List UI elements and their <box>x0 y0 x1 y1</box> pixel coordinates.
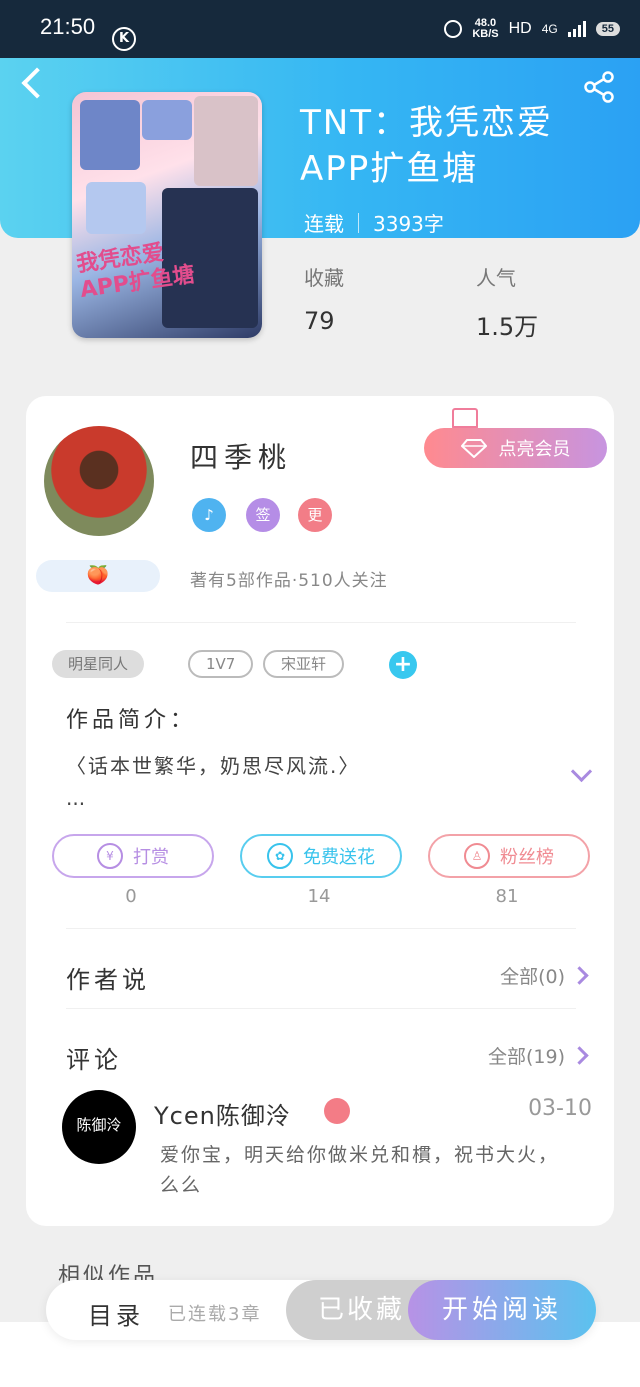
fan-ranking-label: 粉丝榜 <box>500 847 554 868</box>
tip-label: 打赏 <box>133 847 169 868</box>
send-flower-label: 免费送花 <box>303 847 375 868</box>
popularity-value: 1.5万 <box>476 313 539 341</box>
author-says-all-label: 全部(0) <box>500 966 565 988</box>
chevron-right-icon <box>570 1046 589 1065</box>
update-badge[interactable]: 更 <box>298 498 332 532</box>
book-status: 连载 <box>304 212 344 236</box>
toc-button[interactable]: 目录 <box>88 1296 144 1331</box>
cover-photo <box>86 182 146 234</box>
diamond-icon <box>460 439 487 458</box>
commenter-avatar[interactable]: 陈御泠 <box>62 1090 136 1164</box>
flower-count: 14 <box>307 886 331 907</box>
tip-button[interactable]: ¥ 打赏 <box>52 834 214 878</box>
divider <box>66 622 576 623</box>
status-icons: 48.0 KB/S HD 4G 55 <box>444 18 620 40</box>
fan-count: 81 <box>495 886 519 907</box>
favorites-value: 79 <box>304 307 335 335</box>
author-name[interactable]: 四季桃 <box>190 436 292 476</box>
hd-label: HD <box>508 20 532 37</box>
author-says-label: 作者说 <box>66 966 150 994</box>
divider <box>358 212 359 233</box>
send-flower-button[interactable]: ✿ 免费送花 <box>240 834 402 878</box>
book-title: TNT：我凭恋爱APP扩鱼塘 <box>300 103 553 189</box>
tag-item[interactable]: 明星同人 <box>52 650 145 678</box>
comments-all-label: 全部(19) <box>487 1046 565 1068</box>
chevron-right-icon <box>570 966 589 985</box>
tag-item[interactable]: 1V7 <box>188 650 254 678</box>
music-badge-icon[interactable]: ♪ <box>192 498 226 532</box>
cover-photo <box>80 100 140 170</box>
popularity-stat: 人气 1.5万 <box>476 262 538 342</box>
comment-text[interactable]: 爱你宝，明天给你做米兑和樌，祝书大火，么么 <box>160 1140 570 1200</box>
author-avatar[interactable] <box>44 426 154 536</box>
intro-text: 〈话本世繁华，奶思尽风流.〉 <box>66 754 361 778</box>
cover-photo <box>194 96 258 186</box>
author-says-all-link[interactable]: 全部(0) <box>500 962 589 989</box>
share-icon[interactable] <box>582 70 616 104</box>
status-time: 21:50 <box>40 14 96 39</box>
author-level-badge: 🍑 <box>36 560 160 592</box>
network-label: 4G <box>541 22 558 36</box>
word-count: 3393字 <box>373 212 444 236</box>
battery-icon: 55 <box>595 22 620 36</box>
signed-badge[interactable]: 签 <box>246 498 280 532</box>
comment-date: 03-10 <box>528 1096 592 1121</box>
k-app-icon: K <box>112 27 136 51</box>
vip-diamond-icon <box>324 1098 350 1124</box>
intro-label: 作品简介： <box>66 708 197 733</box>
favorites-stat: 收藏 79 <box>304 262 344 335</box>
commenter-name[interactable]: Ycen陈御泠 <box>154 1096 291 1131</box>
author-meta: 著有5部作品·510人关注 <box>190 571 388 591</box>
signal-icon <box>567 21 586 37</box>
divider <box>66 1008 576 1009</box>
tag-item[interactable]: 宋亚轩 <box>263 650 345 678</box>
crown-icon <box>452 408 478 429</box>
vip-button[interactable]: 点亮会员 <box>424 428 607 468</box>
book-cover[interactable]: 我凭恋爱APP扩鱼塘 <box>72 92 262 338</box>
popularity-label: 人气 <box>476 266 516 290</box>
alarm-icon <box>444 20 463 38</box>
yen-icon: ¥ <box>97 843 123 869</box>
network-speed: 48.0 KB/S <box>472 18 498 40</box>
chapter-count: 已连载3章 <box>168 1304 262 1325</box>
cover-photo <box>142 100 192 140</box>
comments-label: 评论 <box>66 1046 122 1074</box>
comments-all-link[interactable]: 全部(19) <box>487 1042 589 1069</box>
start-reading-button[interactable]: 开始阅读 <box>408 1280 596 1340</box>
tip-count: 0 <box>125 886 137 907</box>
status-bar: 21:50 K 48.0 KB/S HD 4G 55 <box>0 0 640 58</box>
vip-button-label: 点亮会员 <box>498 439 571 460</box>
book-subline: 连载 3393字 <box>304 208 444 237</box>
flower-icon: ✿ <box>267 843 293 869</box>
fan-ranking-button[interactable]: ♙ 粉丝榜 <box>428 834 590 878</box>
speed-unit: KB/S <box>472 28 499 40</box>
favorites-label: 收藏 <box>304 266 344 290</box>
divider <box>66 928 576 929</box>
person-icon: ♙ <box>464 843 490 869</box>
intro-ellipsis: ... <box>66 786 86 810</box>
add-tag-button[interactable]: + <box>389 651 417 679</box>
